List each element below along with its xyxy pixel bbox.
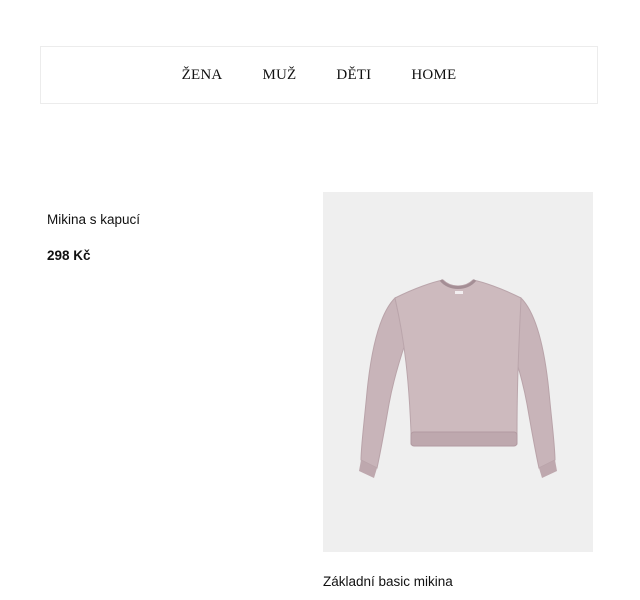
nav-link-muz[interactable]: MUŽ (262, 67, 296, 84)
product-card: Mikina s kapucí 298 Kč (47, 212, 297, 263)
product-card: Základní basic mikina (323, 192, 593, 589)
product-image[interactable] (323, 192, 593, 552)
sweatshirt-image (359, 278, 557, 478)
product-price: 298 Kč (47, 248, 91, 263)
product-name[interactable]: Mikina s kapucí (47, 212, 297, 227)
nav-link-home[interactable]: HOME (411, 67, 456, 84)
product-name[interactable]: Základní basic mikina (323, 574, 593, 589)
nav-link-deti[interactable]: DĚTI (336, 67, 371, 84)
nav-link-zena[interactable]: ŽENA (182, 67, 223, 84)
main-navigation: ŽENA MUŽ DĚTI HOME (40, 46, 598, 104)
page: ŽENA MUŽ DĚTI HOME Mikina s kapucí 298 K… (0, 0, 640, 600)
